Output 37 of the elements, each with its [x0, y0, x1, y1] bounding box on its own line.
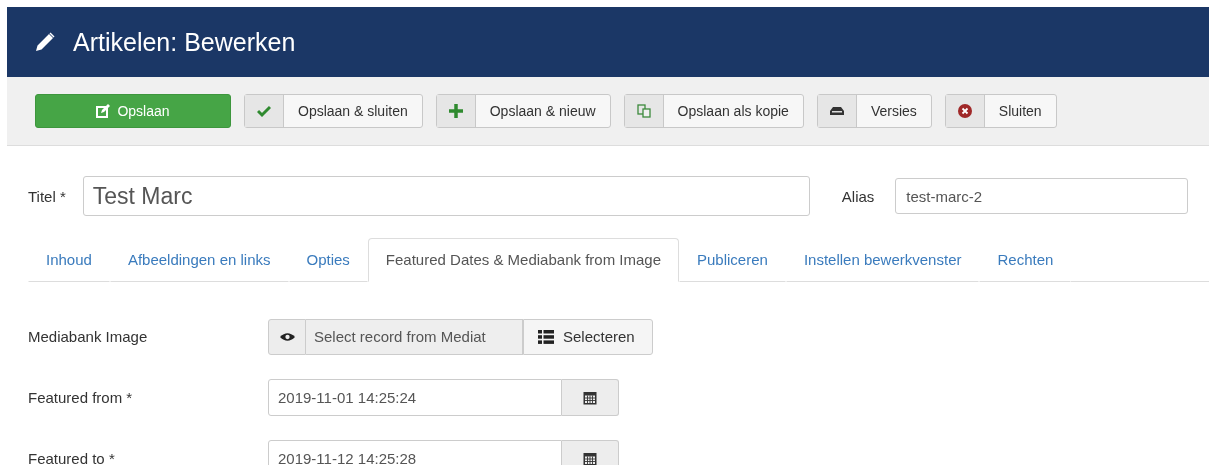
field-label: Featured from * — [28, 389, 134, 406]
title-field[interactable]: Test Marc — [82, 176, 810, 216]
plus-icon — [448, 104, 463, 118]
field-label: Mediabank Image — [28, 328, 149, 345]
toolbar-button[interactable]: Versies — [816, 94, 932, 128]
alias-field[interactable]: test-marc-2 — [895, 178, 1189, 214]
calendar-button[interactable] — [562, 379, 619, 416]
page-title: Artikelen: Bewerken — [73, 27, 296, 57]
copy-icon — [636, 104, 651, 118]
eye-icon — [279, 331, 295, 342]
calendar-icon — [583, 390, 597, 405]
calendar-icon — [583, 451, 597, 465]
tab[interactable]: Afbeeldingen en links — [109, 238, 289, 282]
tab[interactable]: Opties — [288, 238, 368, 282]
title-label: Titel * — [28, 187, 66, 205]
date-field[interactable]: 2019-11-12 14:25:28 — [268, 440, 562, 465]
toolbar-button[interactable]: Opslaan & nieuw — [435, 94, 611, 128]
alias-label: Alias — [841, 187, 875, 205]
pencil-icon — [33, 30, 57, 54]
tab[interactable]: Rechten — [979, 238, 1072, 282]
close-icon — [957, 104, 972, 118]
select-button[interactable]: Selecteren — [523, 318, 653, 355]
edit-icon — [96, 104, 111, 118]
tab[interactable]: Featured Dates & Mediabank from Image — [367, 238, 679, 282]
field-label: Featured to * — [28, 450, 116, 465]
toolbar-button[interactable]: Opslaan als kopie — [623, 94, 804, 128]
list-icon — [538, 329, 554, 344]
inbox-icon — [829, 106, 844, 116]
tab[interactable]: Publiceren — [679, 238, 786, 282]
media-field[interactable]: Select record from Mediat — [306, 318, 523, 355]
date-field[interactable]: 2019-11-01 14:25:24 — [268, 379, 562, 416]
tab[interactable]: Instellen bewerkvenster — [785, 238, 980, 282]
tab[interactable]: Inhoud — [28, 238, 110, 282]
check-icon — [257, 104, 271, 118]
toolbar-button[interactable]: Opslaan & sluiten — [244, 94, 423, 128]
preview-button[interactable] — [268, 318, 306, 355]
toolbar-button[interactable]: Sluiten — [944, 94, 1057, 128]
